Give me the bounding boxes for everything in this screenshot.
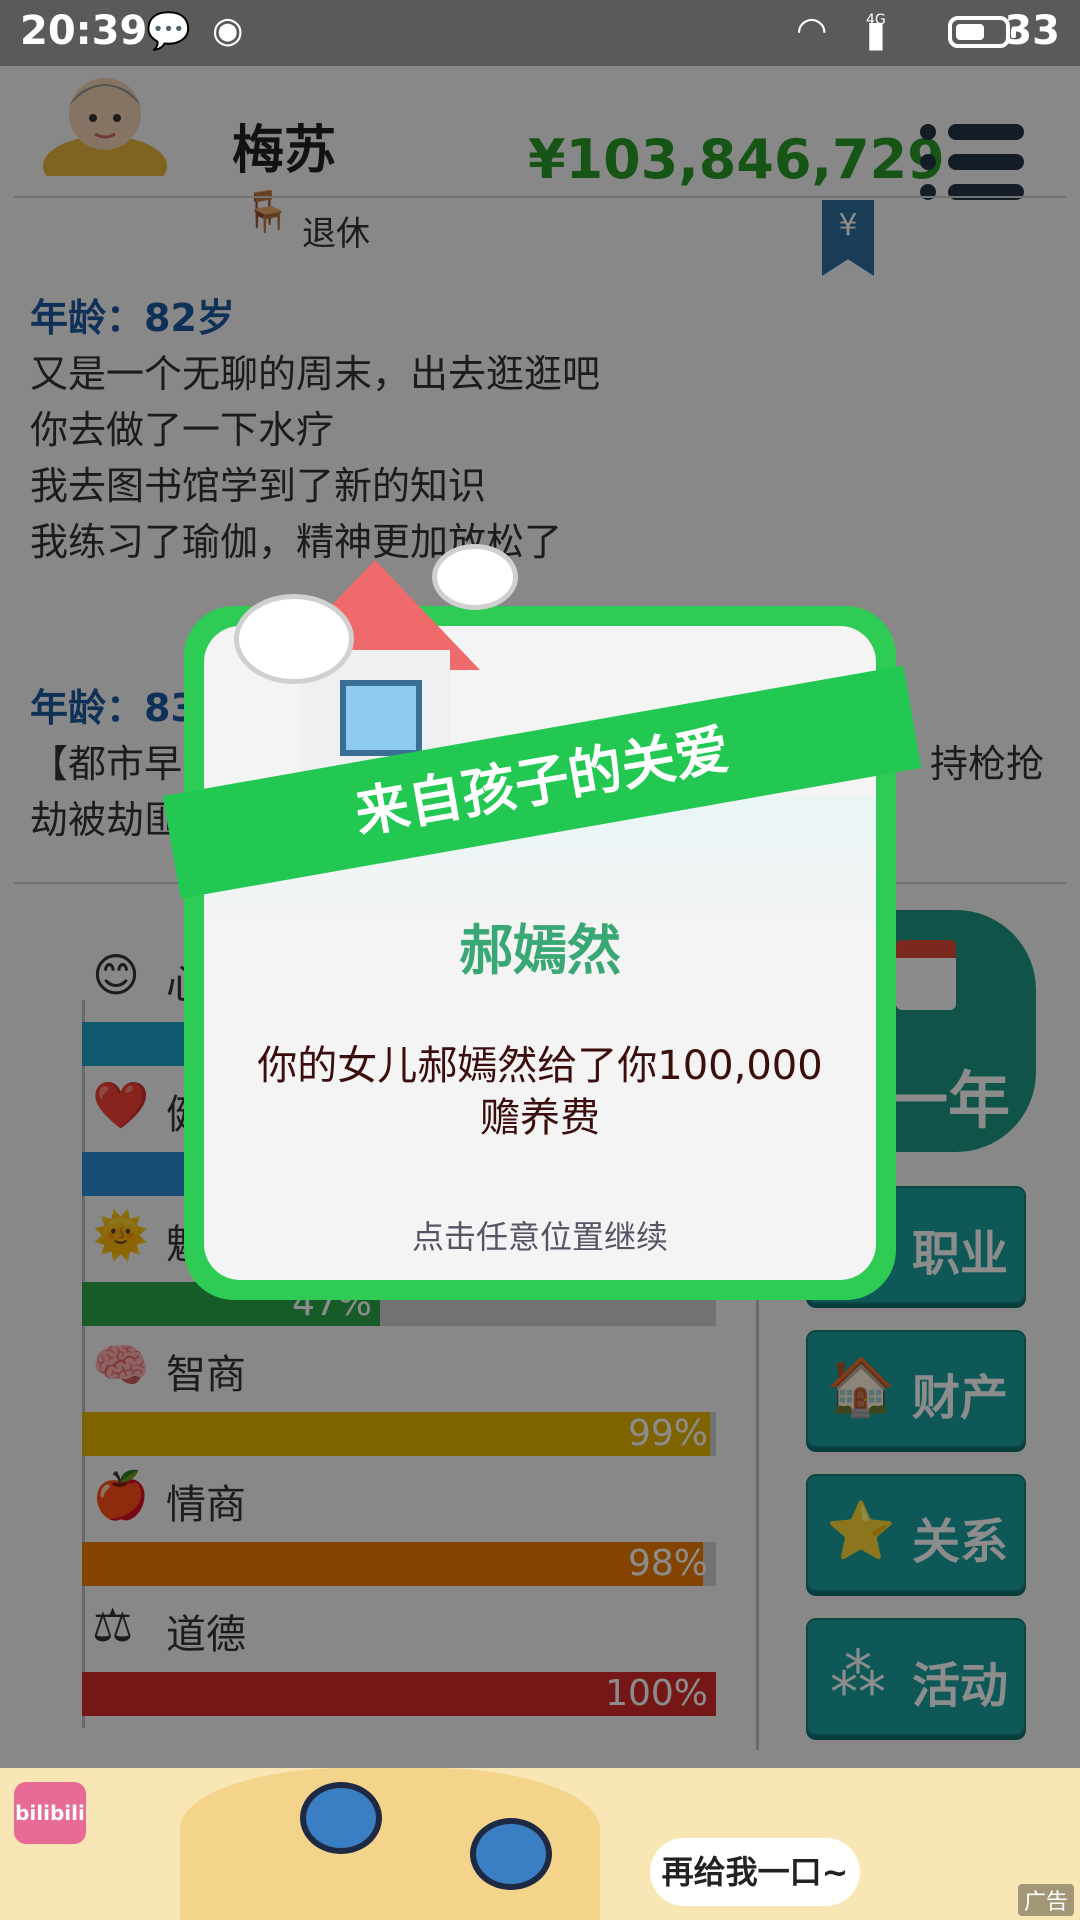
status-bar: 20:39 💬 ◉ ◠ 4G ▮ 33	[0, 0, 1080, 66]
battery-icon	[948, 16, 1016, 48]
chat-icon: 💬	[146, 11, 191, 52]
ad-banner[interactable]: bilibili 再给我一口~ 广告	[0, 1768, 1080, 1920]
bilibili-logo: bilibili	[14, 1782, 86, 1844]
weibo-icon: ◉	[212, 10, 244, 51]
status-time: 20:39	[20, 8, 148, 54]
battery-percent: 33	[1004, 8, 1060, 54]
cloud-icon	[432, 544, 518, 610]
ad-speech-bubble: 再给我一口~	[650, 1838, 860, 1906]
ad-character-eye	[300, 1782, 382, 1854]
modal-message: 你的女儿郝嫣然给了你100,000赡养费	[257, 1043, 823, 1141]
ad-character-eye	[470, 1818, 552, 1890]
signal-icon: ▮	[866, 14, 886, 55]
cloud-icon	[234, 594, 354, 684]
ad-label: 广告	[1017, 1884, 1074, 1916]
wifi-icon: ◠	[796, 10, 828, 51]
continue-hint[interactable]: 点击任意位置继续	[184, 1212, 896, 1258]
child-name: 郝嫣然	[459, 919, 621, 982]
